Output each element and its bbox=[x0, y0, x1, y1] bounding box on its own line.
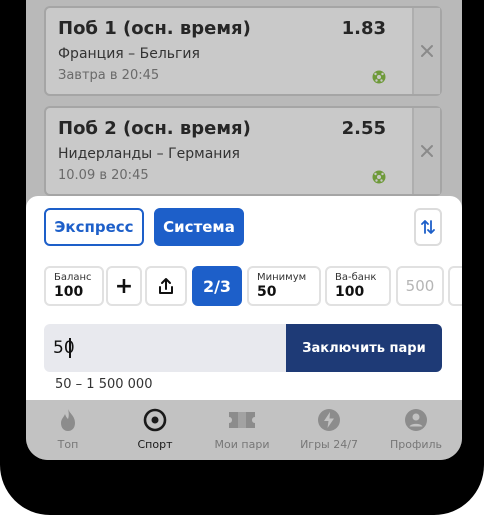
minimum-chip[interactable]: Минимум 50 bbox=[247, 266, 321, 306]
fire-icon bbox=[61, 409, 75, 431]
tab-label: Спорт bbox=[137, 438, 173, 451]
bottom-tabbar: Топ Спорт Мои пари Игры 24/7 Профиль bbox=[26, 400, 462, 460]
bet-time: 10.09 в 20:45 bbox=[58, 168, 149, 183]
balance-value: 100 bbox=[54, 284, 84, 300]
bet-match: Нидерланды – Германия bbox=[58, 146, 240, 162]
balance-chip[interactable]: Баланс 100 bbox=[44, 266, 104, 306]
soccer-ball-icon bbox=[372, 70, 386, 84]
bet-range: 50 – 1 500 000 bbox=[55, 377, 153, 392]
amount-input[interactable] bbox=[44, 324, 286, 372]
tab-top[interactable]: Топ bbox=[28, 408, 108, 451]
phone-frame: Поб 1 (осн. время) 1.83 Франция – Бельги… bbox=[0, 0, 484, 515]
bet-card-body: Поб 1 (осн. время) 1.83 Франция – Бельги… bbox=[46, 8, 398, 94]
preset-500-chip[interactable]: 500 bbox=[396, 266, 444, 306]
add-button[interactable]: + bbox=[106, 266, 142, 306]
share-icon bbox=[159, 278, 173, 294]
bet-card-body: Поб 2 (осн. время) 2.55 Нидерланды – Гер… bbox=[46, 108, 398, 194]
vabank-chip[interactable]: Ва-банк 100 bbox=[325, 266, 391, 306]
place-bet-button[interactable]: Заключить пари bbox=[286, 324, 442, 372]
preset-chip-partial[interactable] bbox=[448, 266, 462, 306]
tab-sport[interactable]: Спорт bbox=[115, 408, 195, 451]
minimum-value: 50 bbox=[257, 284, 277, 300]
text-cursor bbox=[69, 338, 71, 358]
bet-card[interactable]: Поб 2 (осн. время) 2.55 Нидерланды – Гер… bbox=[44, 106, 442, 196]
tab-express[interactable]: Экспресс bbox=[44, 208, 144, 246]
tab-system[interactable]: Система bbox=[154, 208, 244, 246]
bet-title: Поб 2 (осн. время) bbox=[58, 118, 251, 139]
tab-label: Топ bbox=[57, 438, 79, 451]
close-icon bbox=[421, 145, 433, 157]
vabank-value: 100 bbox=[335, 284, 365, 300]
share-button[interactable] bbox=[145, 266, 187, 306]
bet-time: Завтра в 20:45 bbox=[58, 68, 160, 83]
vabank-label: Ва-банк bbox=[335, 272, 377, 283]
ticket-icon bbox=[229, 412, 255, 428]
bet-card[interactable]: Поб 1 (осн. время) 1.83 Франция – Бельги… bbox=[44, 6, 442, 96]
sort-button[interactable] bbox=[414, 208, 442, 246]
bet-odds: 2.55 bbox=[341, 118, 386, 139]
tab-profile[interactable]: Профиль bbox=[376, 408, 456, 451]
system-option-button[interactable]: 2/3 bbox=[192, 266, 242, 306]
bet-odds: 1.83 bbox=[341, 18, 386, 39]
tab-label: Игры 24/7 bbox=[300, 438, 358, 451]
profile-icon bbox=[405, 409, 427, 431]
plus-icon: + bbox=[114, 273, 134, 299]
tab-my-bets[interactable]: Мои пари bbox=[202, 408, 282, 451]
lightning-icon bbox=[318, 409, 340, 431]
tab-games[interactable]: Игры 24/7 bbox=[289, 408, 369, 451]
close-icon bbox=[421, 45, 433, 57]
screen: Поб 1 (осн. время) 1.83 Франция – Бельги… bbox=[26, 0, 462, 460]
sort-arrows-icon bbox=[421, 220, 435, 234]
bet-match: Франция – Бельгия bbox=[58, 46, 200, 62]
tab-label: Мои пари bbox=[214, 438, 270, 451]
remove-bet-button[interactable] bbox=[412, 108, 440, 194]
sport-icon bbox=[143, 408, 167, 432]
minimum-label: Минимум bbox=[257, 272, 307, 283]
betslip-sheet: Экспресс Система Баланс 100 + 2/3 Миниму… bbox=[26, 196, 462, 400]
balance-label: Баланс bbox=[54, 272, 92, 283]
tab-label: Профиль bbox=[389, 438, 443, 451]
bet-title: Поб 1 (осн. время) bbox=[58, 18, 251, 39]
remove-bet-button[interactable] bbox=[412, 8, 440, 94]
soccer-ball-icon bbox=[372, 170, 386, 184]
